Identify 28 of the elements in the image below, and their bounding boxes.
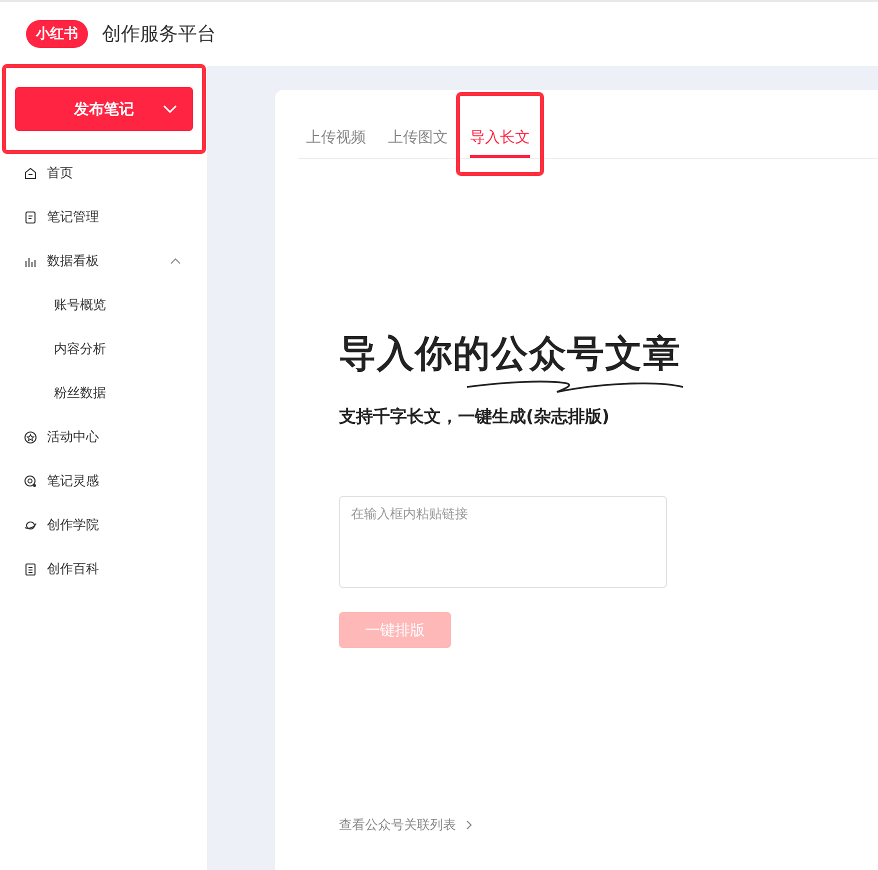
- tab[interactable]: 上传图文: [388, 126, 448, 158]
- nav-item[interactable]: 数据看板: [0, 239, 207, 283]
- link-input[interactable]: 在输入框内粘贴链接: [339, 496, 667, 588]
- publish-button[interactable]: 发布笔记: [15, 87, 193, 131]
- site-title: 创作服务平台: [102, 22, 216, 47]
- association-list-link[interactable]: 查看公众号关联列表: [339, 816, 472, 834]
- book-icon: [24, 562, 37, 576]
- planet-icon: [24, 518, 37, 532]
- nav-item[interactable]: 笔记管理: [0, 195, 207, 239]
- nav-subitem[interactable]: 粉丝数据: [0, 371, 207, 415]
- home-icon: [24, 166, 37, 180]
- logo: 小红书: [26, 20, 88, 48]
- nav-item[interactable]: 创作学院: [0, 503, 207, 547]
- headline: 导入你的公众号文章: [339, 331, 681, 377]
- subtitle: 支持千字长文，一键生成(杂志排版): [339, 406, 610, 428]
- nav-subitem[interactable]: 内容分析: [0, 327, 207, 371]
- tab[interactable]: 上传视频: [306, 126, 366, 158]
- nav-item[interactable]: 创作百科: [0, 547, 207, 591]
- chevron-right-icon: [466, 820, 472, 830]
- nav-item[interactable]: 笔记灵感: [0, 459, 207, 503]
- magnifier-icon: [24, 474, 37, 488]
- tab[interactable]: 导入长文: [470, 126, 530, 158]
- chevron-down-icon: [163, 105, 177, 113]
- nav-subitem[interactable]: 账号概览: [0, 283, 207, 327]
- document-icon: [24, 210, 37, 224]
- star-badge-icon: [24, 430, 37, 444]
- nav-item[interactable]: 首页: [0, 151, 207, 195]
- nav-item[interactable]: 活动中心: [0, 415, 207, 459]
